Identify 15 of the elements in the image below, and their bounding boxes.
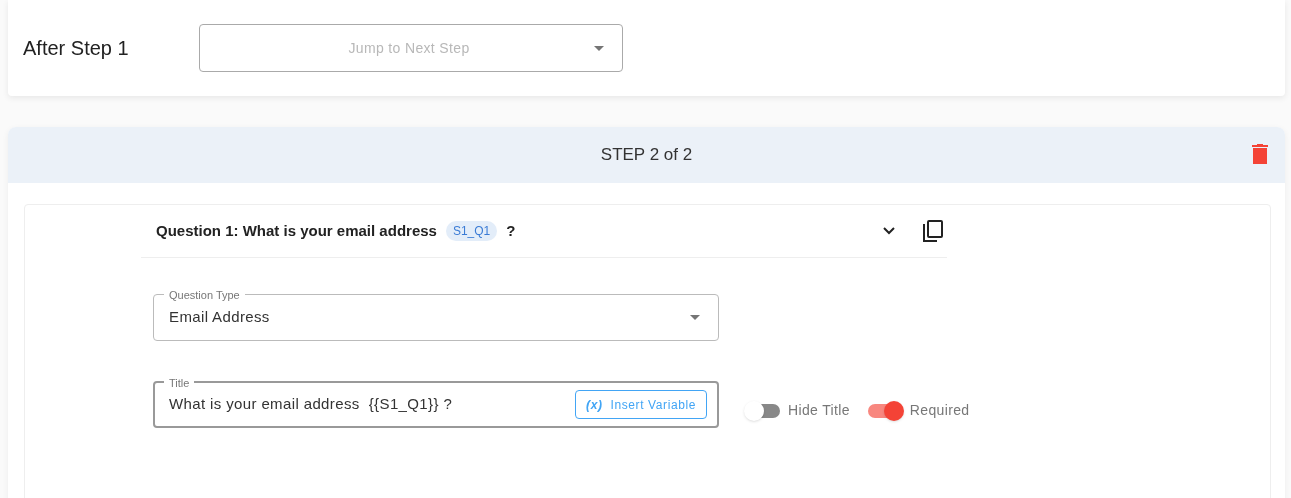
- toggle-label: Required: [909, 401, 970, 420]
- variable-tag: S1_Q1: [445, 221, 498, 241]
- select-value: Email Address: [169, 307, 270, 328]
- dropdown-caret-icon: [594, 45, 604, 51]
- question-heading-suffix: ?: [506, 220, 516, 241]
- toggle-switch[interactable]: [744, 400, 782, 421]
- trash-icon[interactable]: [1252, 144, 1268, 164]
- chevron-down-icon[interactable]: [883, 227, 895, 235]
- dropdown-caret-icon: [690, 315, 700, 320]
- toggle-label: Hide Title: [788, 401, 850, 420]
- step-title: STEP 2 of 2: [600, 144, 693, 167]
- step-label: After Step 1: [23, 36, 130, 61]
- question-heading: Question 1: What is your email address: [156, 220, 437, 241]
- copy-icon[interactable]: [923, 220, 943, 242]
- select-placeholder: Jump to Next Step: [347, 38, 471, 58]
